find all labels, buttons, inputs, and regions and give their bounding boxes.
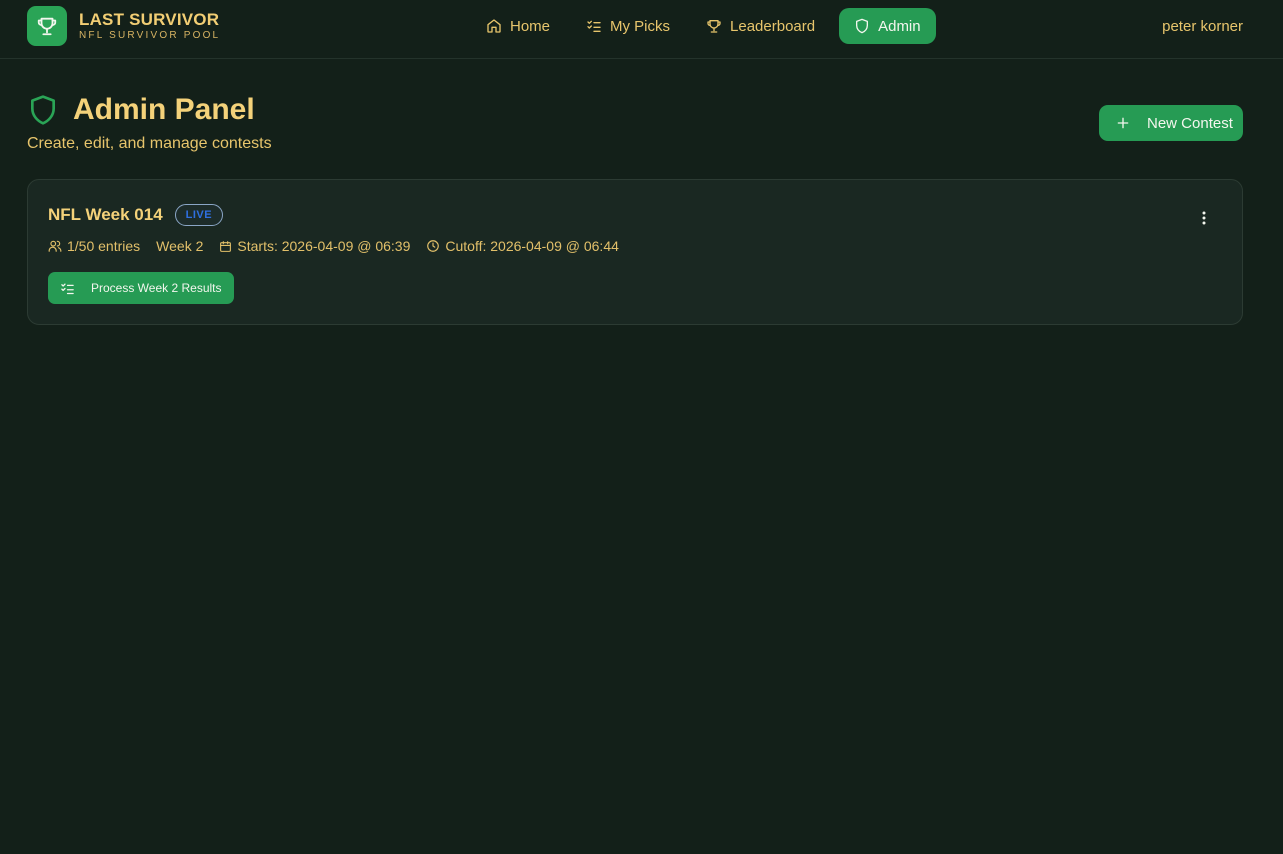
contest-title: NFL Week 014: [48, 205, 163, 224]
contest-meta: 1/50 entries Week 2 Starts: 2026-04-09 @…: [48, 238, 635, 254]
top-navbar: LAST SURVIVOR NFL SURVIVOR POOL Home My …: [0, 0, 1283, 59]
brand-subtitle: NFL SURVIVOR POOL: [79, 30, 221, 41]
brand-title: LAST SURVIVOR: [79, 10, 220, 29]
entries-text: 1/50 entries: [67, 238, 141, 254]
page-subtitle: Create, edit, and manage contests: [27, 135, 272, 152]
cutoff-text: Cutoff: 2026-04-09 @ 06:44: [445, 238, 619, 254]
week-text: Week 2: [156, 238, 204, 254]
users-icon: [48, 240, 62, 252]
process-results-button[interactable]: Process Week 2 Results: [48, 272, 234, 304]
calendar-icon: [220, 240, 232, 252]
contest-card: NFL Week 014 LIVE 1/50 entries Week 2 St…: [27, 179, 1243, 325]
nav-item-home[interactable]: Home: [474, 8, 562, 44]
starts-info: Starts: 2026-04-09 @ 06:39: [219, 238, 410, 254]
user-name[interactable]: peter korner: [1162, 18, 1243, 35]
new-contest-button[interactable]: New Contest: [1099, 105, 1243, 141]
shield-icon: [856, 18, 869, 34]
brand[interactable]: LAST SURVIVOR NFL SURVIVOR POOL: [27, 6, 220, 46]
nav-item-label: Leaderboard: [730, 17, 816, 35]
checklist-icon: [61, 283, 74, 294]
clock-icon: [427, 240, 440, 252]
page-title: Admin Panel: [73, 93, 255, 126]
nav-item-label: Home: [510, 17, 551, 35]
cutoff-info: Cutoff: 2026-04-09 @ 06:44: [426, 238, 619, 254]
trophy-icon: [27, 6, 67, 46]
new-contest-label: New Contest: [1147, 114, 1233, 132]
plus-icon: [1117, 117, 1129, 129]
process-results-label: Process Week 2 Results: [91, 281, 222, 295]
nav-item-leaderboard[interactable]: Leaderboard: [694, 8, 827, 44]
nav-item-label: Admin: [878, 17, 921, 35]
starts-text: Starts: 2026-04-09 @ 06:39: [237, 238, 411, 254]
page-header: Admin Panel Create, edit, and manage con…: [27, 93, 272, 153]
main-nav: Home My Picks Leaderboard Admin: [474, 8, 936, 44]
nav-item-my-picks[interactable]: My Picks: [574, 8, 682, 44]
trophy-icon: [707, 20, 721, 33]
more-options-button[interactable]: [1194, 208, 1214, 228]
checklist-icon: [587, 20, 601, 32]
more-vertical-icon: [1202, 211, 1206, 225]
shield-icon: [31, 95, 55, 125]
status-badge: LIVE: [174, 204, 224, 226]
home-icon: [487, 19, 501, 33]
nav-item-label: My Picks: [610, 17, 671, 35]
nav-item-admin[interactable]: Admin: [839, 8, 936, 44]
entries-info: 1/50 entries: [48, 238, 140, 254]
week-info: Week 2: [156, 238, 203, 254]
